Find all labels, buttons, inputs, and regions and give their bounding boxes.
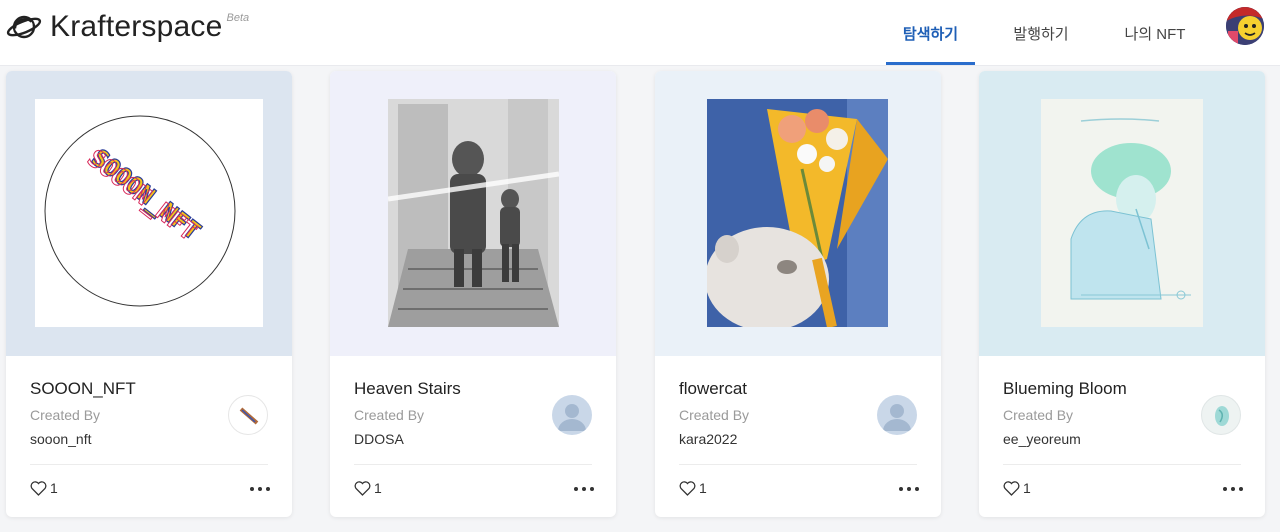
like-count: 1 [374,480,382,496]
default-avatar-icon [883,404,911,431]
nft-card[interactable]: flowercat Created By kara2022 1 [655,71,941,517]
more-options-icon[interactable] [899,481,919,497]
heart-icon [1003,480,1020,496]
created-by-label: Created By [1003,407,1074,423]
created-by-label: Created By [679,407,750,423]
creator-avatar[interactable] [552,395,592,435]
heart-icon [679,480,696,496]
default-avatar-icon [558,404,586,431]
card-divider [679,464,917,465]
nft-media-area [979,71,1265,356]
card-divider [1003,464,1241,465]
brand-name: Krafterspace [50,10,223,43]
creator-name[interactable]: sooon_nft [30,431,92,447]
top-header: Krafterspace Beta 탐색하기 발행하기 나의 NFT [0,0,1280,66]
beta-badge: Beta [226,12,250,24]
planet-logo-icon [6,15,42,39]
card-divider [30,464,268,465]
like-button[interactable]: 1 [679,480,707,496]
nav-explore[interactable]: 탐색하기 [886,0,975,66]
like-count: 1 [50,480,58,496]
nft-title: Blueming Bloom [1003,379,1127,398]
nft-title: flowercat [679,379,748,398]
creator-name[interactable]: ee_yeoreum [1003,431,1081,447]
like-button[interactable]: 1 [30,480,58,496]
card-divider [354,464,592,465]
nft-image[interactable] [707,99,888,327]
creator-name[interactable]: kara2022 [679,431,737,447]
brand-logo[interactable]: Krafterspace Beta [6,10,249,44]
more-options-icon[interactable] [250,481,270,497]
nft-card[interactable]: Heaven Stairs Created By DDOSA 1 [330,71,616,517]
nav-my-nft[interactable]: 나의 NFT [1112,0,1198,66]
nft-title: SOOON_NFT [30,379,136,398]
nav-publish[interactable]: 발행하기 [998,0,1084,66]
nft-image[interactable] [388,99,559,327]
nft-title: Heaven Stairs [354,379,461,398]
user-avatar[interactable] [1226,7,1264,45]
like-count: 1 [699,480,707,496]
creator-avatar[interactable] [1201,395,1241,435]
created-by-label: Created By [354,407,425,423]
nav-active-indicator [886,62,975,65]
nft-image[interactable]: SOOON_NFT SOOON_NFT [35,99,263,327]
more-options-icon[interactable] [1223,481,1243,497]
heart-icon [354,480,371,496]
nft-media-area [655,71,941,356]
nft-media-area [330,71,616,356]
nft-image[interactable] [1041,99,1203,327]
like-button[interactable]: 1 [354,480,382,496]
heart-icon [30,480,47,496]
created-by-label: Created By [30,407,101,423]
creator-avatar[interactable] [228,395,268,435]
like-button[interactable]: 1 [1003,480,1031,496]
more-options-icon[interactable] [574,481,594,497]
creator-name[interactable]: DDOSA [354,431,404,447]
nft-card[interactable]: Blueming Bloom Created By ee_yeoreum 1 [979,71,1265,517]
like-count: 1 [1023,480,1031,496]
nft-card[interactable]: SOOON_NFT SOOON_NFT SOOON_NFT Created By… [6,71,292,517]
creator-avatar[interactable] [877,395,917,435]
nft-media-area: SOOON_NFT SOOON_NFT [6,71,292,356]
